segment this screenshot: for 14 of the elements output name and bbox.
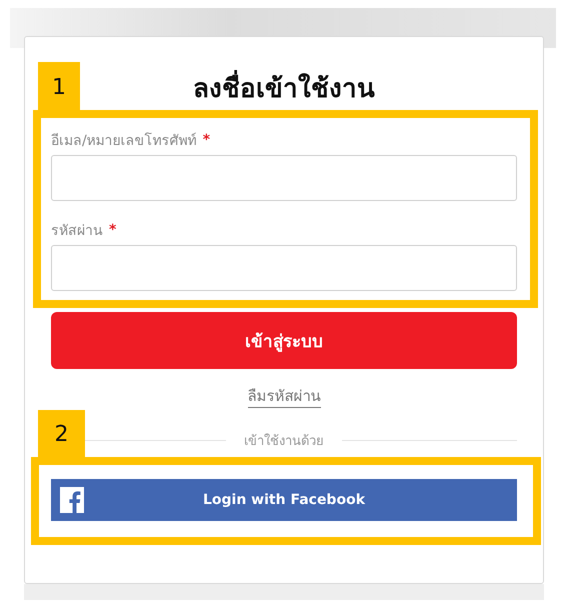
step-badge: 1 [38, 62, 80, 112]
input-field[interactable] [51, 245, 517, 291]
input-field[interactable] [51, 155, 517, 201]
step-badge: 2 [38, 410, 85, 459]
facebook-login-button[interactable]: Login with Facebook [51, 479, 517, 521]
facebook-icon [60, 487, 84, 513]
form-title: ลงชื่อเข้าใช้งาน [193, 71, 375, 107]
field-label: รหัสผ่าน [51, 222, 103, 241]
login-button[interactable]: เข้าสู่ระบบ [51, 312, 517, 369]
required-mark: * [109, 222, 116, 238]
forgot-password-link[interactable]: ลืมรหัสผ่าน [248, 387, 320, 408]
divider-label: เข้าใช้งานด้วย [244, 432, 324, 451]
required-mark: * [202, 132, 210, 148]
field-label: อีเมล/หมายเลขโทรศัพท์ [51, 132, 197, 151]
